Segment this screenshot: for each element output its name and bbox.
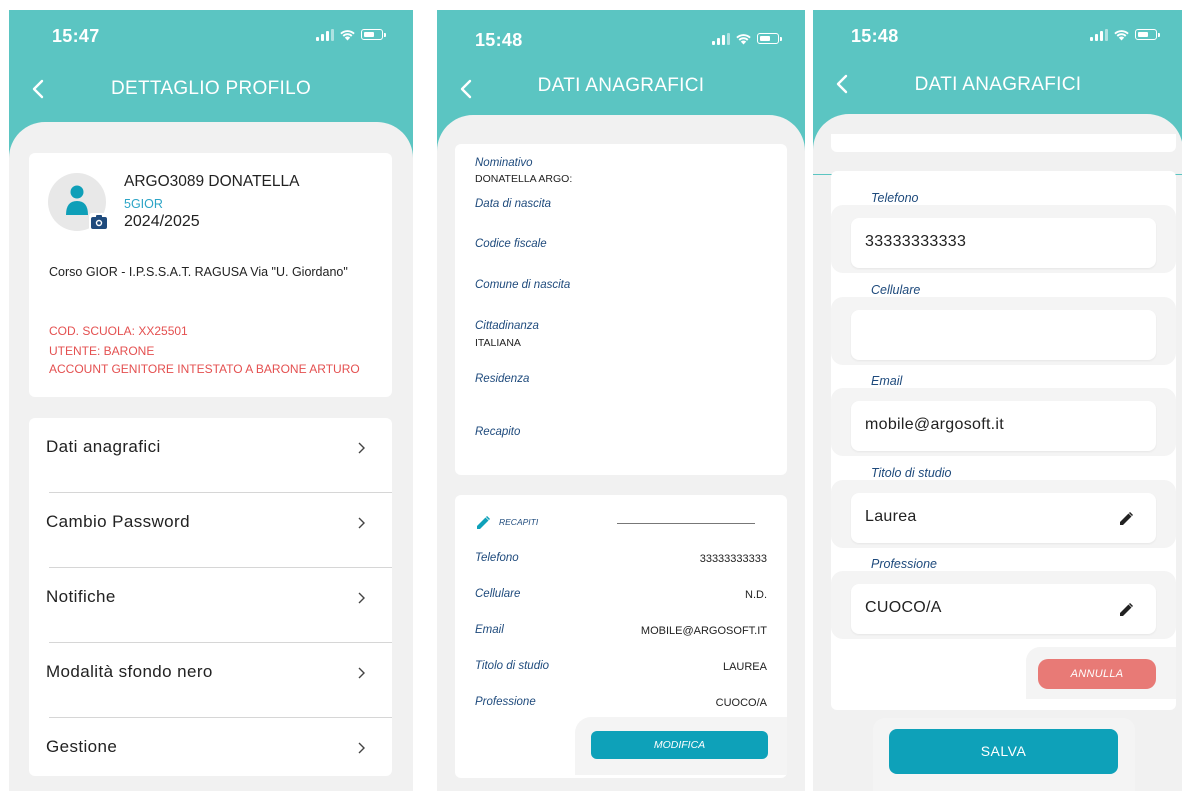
birth-city-label: Comune di nascita [475,279,571,291]
system-icons [712,32,782,45]
school-code: COD. SCUOLA: XX25501 [49,324,188,338]
mobile-label: Cellulare [871,283,921,297]
email-input-value: mobile@argosoft.it [865,416,1005,433]
signal-icon [316,28,334,41]
account-info: ACCOUNT GENITORE INTESTATO A BARONE ARTU… [49,362,360,376]
page-title: DATI ANAGRAFICI [914,74,1082,95]
header: 15:47 DETTAGLIO PROFILO [9,10,413,182]
profession-label: Professione [871,557,938,571]
chevron-right-icon [358,517,365,529]
battery-icon [1135,29,1160,40]
page-title: DETTAGLIO PROFILO [110,78,312,99]
chevron-right-icon [358,742,365,754]
system-icons [1090,28,1160,41]
menu-item-cambio-password[interactable]: Cambio Password [29,493,392,568]
menu-item-label: Cambio Password [46,512,190,531]
menu-item-label: Modalità sfondo nero [46,662,213,681]
citizenship-label: Cittadinanza [475,320,539,332]
wifi-icon [736,34,751,45]
menu-item-label: Dati anagrafici [46,437,161,456]
chevron-right-icon [358,667,365,679]
phone-input-value: 33333333333 [865,233,967,250]
user-code: UTENTE: BARONE [49,344,155,358]
annulla-button[interactable]: ANNULLA [1038,659,1156,689]
chevron-right-icon [358,592,365,604]
status-bar: 15:48 [813,24,1182,50]
email-label: Email [475,624,504,636]
wifi-icon [340,30,355,41]
contacts-header: RECAPITI [499,517,539,527]
status-time: 15:48 [851,26,899,46]
pencil-icon[interactable] [475,515,491,531]
signal-icon [712,32,730,45]
battery-icon [361,29,386,40]
status-time: 15:48 [475,30,523,50]
profile-name: ARGO3089 DONATELLA [124,173,300,190]
profession-select[interactable]: CUOCO/A [851,584,1156,634]
wifi-icon [1114,30,1129,41]
pencil-icon[interactable] [1118,511,1134,527]
status-bar: 15:47 [9,24,413,50]
scrolled-card-bottom [831,134,1176,152]
citizenship-value: ITALIANA [475,337,521,349]
contacts-edit-card: Telefono 33333333333 Cellulare Email mob… [831,171,1176,710]
menu-item-dati-anagrafici[interactable]: Dati anagrafici [29,418,392,493]
page-title: DATI ANAGRAFICI [537,75,705,96]
status-bar: 15:48 [437,24,805,50]
contacts-card: RECAPITI Telefono 33333333333 Cellulare … [455,495,787,778]
profile-card: ARGO3089 DONATELLA 5GIOR 2024/2025 Corso… [29,153,392,397]
profile-course: Corso GIOR - I.P.S.S.A.T. RAGUSA Via "U.… [49,265,348,279]
profession-value: CUOCO/A [715,697,767,709]
menu-item-label: Notifiche [46,587,116,606]
pencil-icon[interactable] [1118,602,1134,618]
degree-label: Titolo di studio [871,466,952,480]
birthdate-label: Data di nascita [475,198,552,210]
profession-select-value: CUOCO/A [865,599,942,616]
battery-icon [757,33,782,44]
personal-info-card: Nominativo DONATELLA ARGO: Data di nasci… [455,144,787,475]
nominativo-label: Nominativo [475,157,533,169]
menu-item-notifiche[interactable]: Notifiche [29,568,392,643]
profile-detail-screen: 15:47 DETTAGLIO PROFILO ARGO3089 DONATEL… [9,10,413,791]
mobile-input[interactable] [851,310,1156,360]
profile-menu: Dati anagrafici Cambio Password Notifich… [29,418,392,776]
degree-select-value: Laurea [865,508,917,525]
divider [617,523,755,524]
degree-select[interactable]: Laurea [851,493,1156,543]
phone-label: Telefono [871,191,919,205]
profession-label: Professione [475,696,536,708]
menu-item-label: Gestione [46,737,118,756]
degree-value: LAUREA [722,661,767,673]
camera-icon[interactable] [89,213,109,231]
menu-item-sfondo-nero[interactable]: Modalità sfondo nero [29,643,392,718]
signal-icon [1090,28,1108,41]
mobile-label: Cellulare [475,588,521,600]
email-input[interactable]: mobile@argosoft.it [851,401,1156,451]
modifica-button[interactable]: MODIFICA [591,731,768,759]
profile-year: 2024/2025 [124,213,200,230]
phone-label: Telefono [475,552,519,564]
residence-label: Residenza [475,373,530,385]
menu-item-gestione[interactable]: Gestione [29,718,392,776]
profile-class: 5GIOR [124,197,163,211]
email-value: MOBILE@ARGOSOFT.IT [640,625,767,637]
degree-label: Titolo di studio [475,660,550,672]
phone-input[interactable]: 33333333333 [851,218,1156,268]
status-time: 15:47 [52,26,100,46]
nominativo-value: DONATELLA ARGO: [475,173,573,185]
edit-personal-data-screen: 15:48 DATI ANAGRAFICI Telefono 333333333… [813,10,1182,791]
salva-button[interactable]: SALVA [889,729,1118,774]
mobile-value: N.D. [745,589,767,601]
personal-data-screen: 15:48 DATI ANAGRAFICI Nominativo DONATEL… [437,10,805,791]
phone-value: 33333333333 [699,553,767,565]
system-icons [316,28,386,41]
fiscal-code-label: Codice fiscale [475,238,547,250]
address-label: Recapito [475,426,521,438]
chevron-right-icon [358,442,365,454]
email-label: Email [871,374,903,388]
